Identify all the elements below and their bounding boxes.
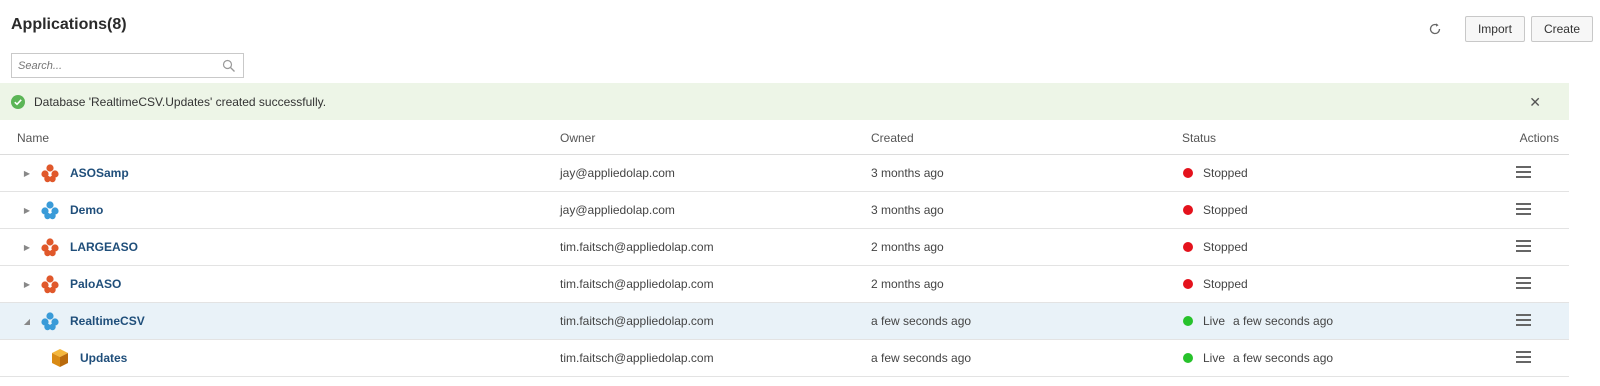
status-stopped-dot-icon (1183, 205, 1193, 215)
cube-icon (52, 349, 68, 367)
status-text: Stopped (1203, 203, 1248, 217)
database-name-link[interactable]: Updates (80, 351, 127, 365)
table-row[interactable]: ▶ ASOSamp jay@appliedolap.com 3 months a… (0, 154, 1569, 192)
app-name-link[interactable]: RealtimeCSV (70, 314, 145, 328)
check-circle-icon (11, 94, 25, 109)
actions-menu-icon[interactable] (1516, 163, 1531, 181)
created-cell: 3 months ago (871, 191, 1182, 229)
table-header: Name Owner Created Status Actions (0, 121, 1569, 155)
actions-menu-icon[interactable] (1516, 274, 1531, 292)
owner-cell: tim.faitsch@appliedolap.com (560, 265, 871, 303)
status-stopped-dot-icon (1183, 242, 1193, 252)
app-name-link[interactable]: ASOSamp (70, 166, 129, 180)
search-icon[interactable] (219, 56, 239, 76)
owner-cell: tim.faitsch@appliedolap.com (560, 339, 871, 377)
owner-cell: tim.faitsch@appliedolap.com (560, 302, 871, 340)
app-name-link[interactable]: LARGEASO (70, 240, 138, 254)
import-button[interactable]: Import (1464, 16, 1525, 42)
actions-menu-icon[interactable] (1516, 348, 1531, 366)
created-cell: 2 months ago (871, 228, 1182, 266)
column-header-actions: Actions (1487, 121, 1569, 155)
aso-app-icon (41, 238, 59, 257)
expand-arrow-icon[interactable]: ▶ (22, 280, 32, 289)
column-header-created[interactable]: Created (871, 121, 1182, 155)
created-cell: 2 months ago (871, 265, 1182, 303)
owner-cell: jay@appliedolap.com (560, 154, 871, 192)
column-header-owner[interactable]: Owner (560, 121, 871, 155)
status-stopped-dot-icon (1183, 168, 1193, 178)
search-box (11, 53, 244, 78)
created-cell: a few seconds ago (871, 339, 1182, 377)
bso-app-icon (41, 312, 59, 331)
banner-message: Database 'RealtimeCSV.Updates' created s… (34, 94, 327, 109)
status-live-dot-icon (1183, 353, 1193, 363)
collapse-arrow-icon[interactable]: ◢ (22, 317, 32, 326)
column-header-status[interactable]: Status (1182, 121, 1487, 155)
status-text: Live (1203, 314, 1226, 328)
table-row-selected[interactable]: ◢ RealtimeCSV tim.faitsch@appliedolap.co… (0, 302, 1569, 340)
table-row-child[interactable]: Updates tim.faitsch@appliedolap.com a fe… (0, 339, 1569, 377)
applications-table: Name Owner Created Status Actions ▶ ASOS… (0, 121, 1569, 377)
expand-arrow-icon[interactable]: ▶ (22, 243, 32, 252)
refresh-icon[interactable] (1425, 19, 1445, 39)
status-time: a few seconds ago (1233, 351, 1334, 365)
status-text: Stopped (1203, 277, 1248, 291)
app-name-link[interactable]: Demo (70, 203, 103, 217)
actions-menu-icon[interactable] (1516, 311, 1531, 329)
actions-menu-icon[interactable] (1516, 200, 1531, 218)
status-text: Live (1203, 351, 1226, 365)
search-input[interactable] (12, 58, 219, 73)
bso-app-icon (41, 201, 59, 220)
owner-cell: tim.faitsch@appliedolap.com (560, 228, 871, 266)
status-live-dot-icon (1183, 316, 1193, 326)
created-cell: 3 months ago (871, 154, 1182, 192)
table-row[interactable]: ▶ PaloASO tim.faitsch@appliedolap.com 2 … (0, 265, 1569, 303)
table-row[interactable]: ▶ LARGEASO tim.faitsch@appliedolap.com 2… (0, 228, 1569, 266)
expand-arrow-icon[interactable]: ▶ (22, 169, 32, 178)
actions-menu-icon[interactable] (1516, 237, 1531, 255)
owner-cell: jay@appliedolap.com (560, 191, 871, 229)
toolbar: Import Create (1425, 16, 1593, 42)
app-name-link[interactable]: PaloASO (70, 277, 121, 291)
status-stopped-dot-icon (1183, 279, 1193, 289)
status-time: a few seconds ago (1233, 314, 1334, 328)
status-text: Stopped (1203, 240, 1248, 254)
aso-app-icon (41, 275, 59, 294)
expand-arrow-icon[interactable]: ▶ (22, 206, 32, 215)
created-cell: a few seconds ago (871, 302, 1182, 340)
close-icon[interactable]: ✕ (1529, 94, 1541, 111)
column-header-name[interactable]: Name (0, 121, 560, 155)
table-row[interactable]: ▶ Demo jay@appliedolap.com 3 months ago … (0, 191, 1569, 229)
status-text: Stopped (1203, 166, 1248, 180)
success-banner: Database 'RealtimeCSV.Updates' created s… (0, 83, 1569, 120)
aso-app-icon (41, 164, 59, 183)
page-title: Applications(8) (11, 16, 127, 33)
create-button[interactable]: Create (1530, 16, 1593, 42)
